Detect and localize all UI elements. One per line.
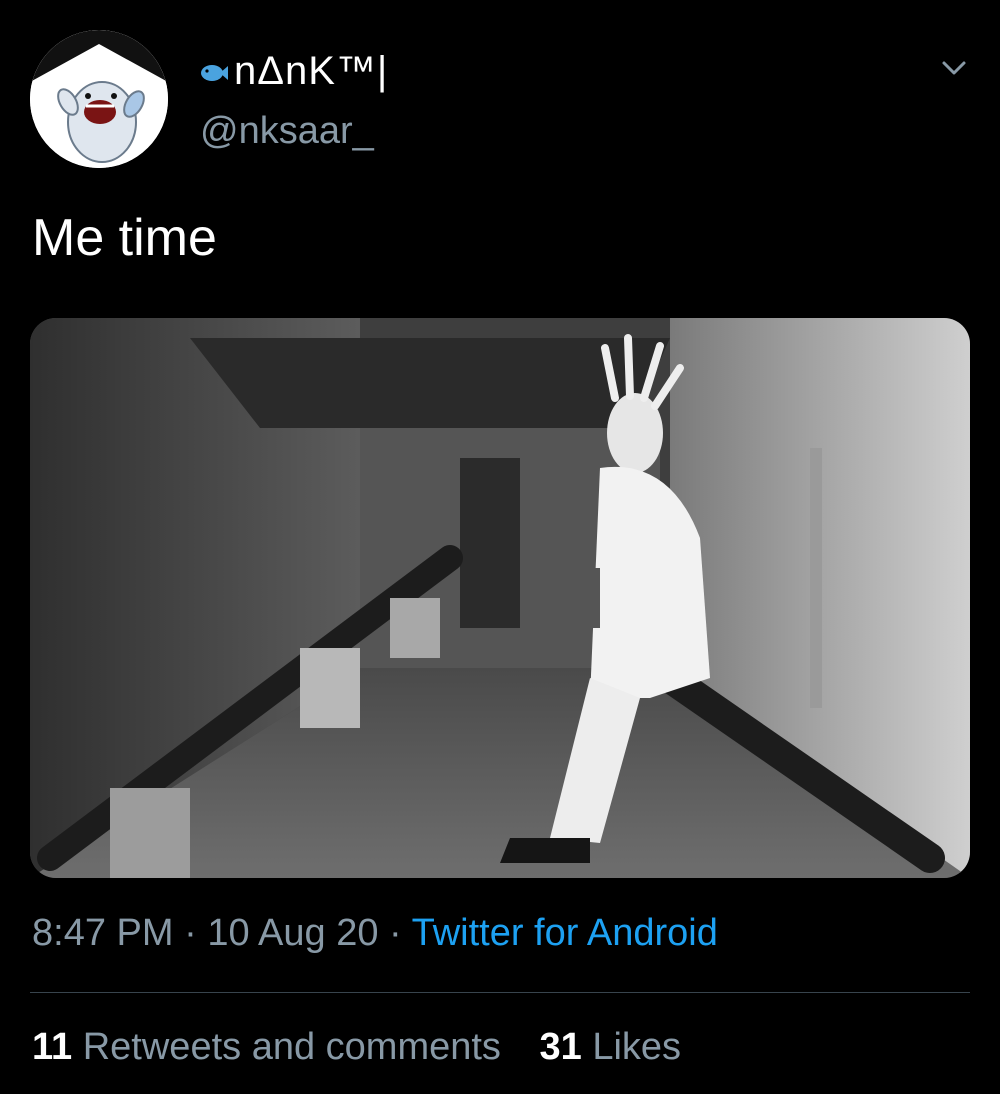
avatar[interactable] <box>30 30 168 168</box>
likes-count: 31 <box>539 1026 582 1068</box>
tweet-source-link[interactable]: Twitter for Android <box>412 912 718 954</box>
tweet-time: 8:47 PM <box>32 912 174 954</box>
photo-image <box>30 318 970 878</box>
likes-label: Likes <box>592 1026 682 1068</box>
retweets-label: Retweets and comments <box>82 1026 501 1068</box>
divider <box>30 992 970 993</box>
tweet-stats: 11 Retweets and comments 31 Likes <box>32 1026 709 1069</box>
separator-dot: · <box>389 912 402 954</box>
separator-dot: · <box>184 912 197 954</box>
chevron-down-icon[interactable] <box>938 52 970 84</box>
display-name-text: nΔnK™| <box>234 48 389 93</box>
retweets-stat[interactable]: 11 Retweets and comments <box>32 1026 511 1068</box>
likes-stat[interactable]: 31 Likes <box>539 1026 681 1068</box>
user-handle[interactable]: @nksaar_ <box>200 110 374 153</box>
tweet-date: 10 Aug 20 <box>207 912 379 954</box>
retweets-count: 11 <box>32 1026 73 1068</box>
tweet-media-photo[interactable] <box>30 318 970 878</box>
display-name[interactable]: nΔnK™| <box>200 46 388 96</box>
fish-icon <box>201 65 228 81</box>
shark-mascot-icon <box>30 30 168 168</box>
tweet-metadata: 8:47 PM · 10 Aug 20 · Twitter for Androi… <box>32 912 718 955</box>
tweet-text: Me time <box>32 209 217 267</box>
